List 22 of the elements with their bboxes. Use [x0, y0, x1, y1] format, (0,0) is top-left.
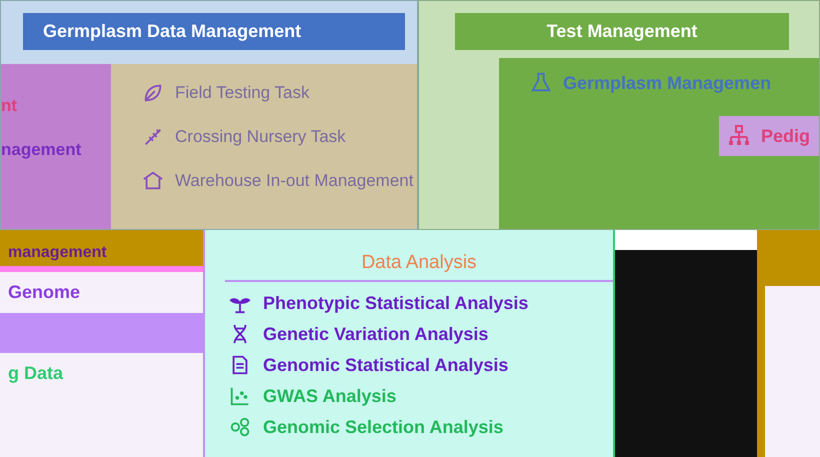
menu-item[interactable]: nt	[1, 96, 111, 116]
panel-header: Test Management	[455, 13, 789, 50]
menu-item[interactable]: Genetic Variation Analysis	[263, 324, 488, 344]
panel-header: management	[0, 230, 203, 272]
menu-item[interactable]: Genomic Selection Analysis	[263, 416, 504, 438]
scatter-chart-icon	[229, 385, 251, 407]
menu-item[interactable]: Genome	[0, 272, 203, 313]
circles-icon	[229, 416, 251, 438]
panel-header: Data Analysis	[225, 230, 613, 282]
hierarchy-icon	[727, 124, 751, 148]
menu-item[interactable]: g Data	[0, 353, 203, 394]
menu-item[interactable]: Genomic Statistical Analysis	[263, 354, 508, 376]
menu-item[interactable]: nagement	[1, 140, 111, 160]
menu-item[interactable]: Warehouse In-out Management	[175, 171, 414, 191]
flask-icon	[529, 72, 553, 94]
menu-item[interactable]: Germplasm Managemen	[563, 72, 772, 94]
panel-header: Germplasm Data Management	[23, 13, 405, 50]
menu-item[interactable]: Phenotypic Statistical Analysis	[263, 292, 528, 314]
menu-item[interactable]: GWAS Analysis	[263, 386, 396, 406]
warehouse-icon	[141, 170, 165, 192]
menu-item[interactable]: Field Testing Task	[175, 83, 310, 103]
menu-item[interactable]: Crossing Nursery Task	[175, 127, 346, 147]
